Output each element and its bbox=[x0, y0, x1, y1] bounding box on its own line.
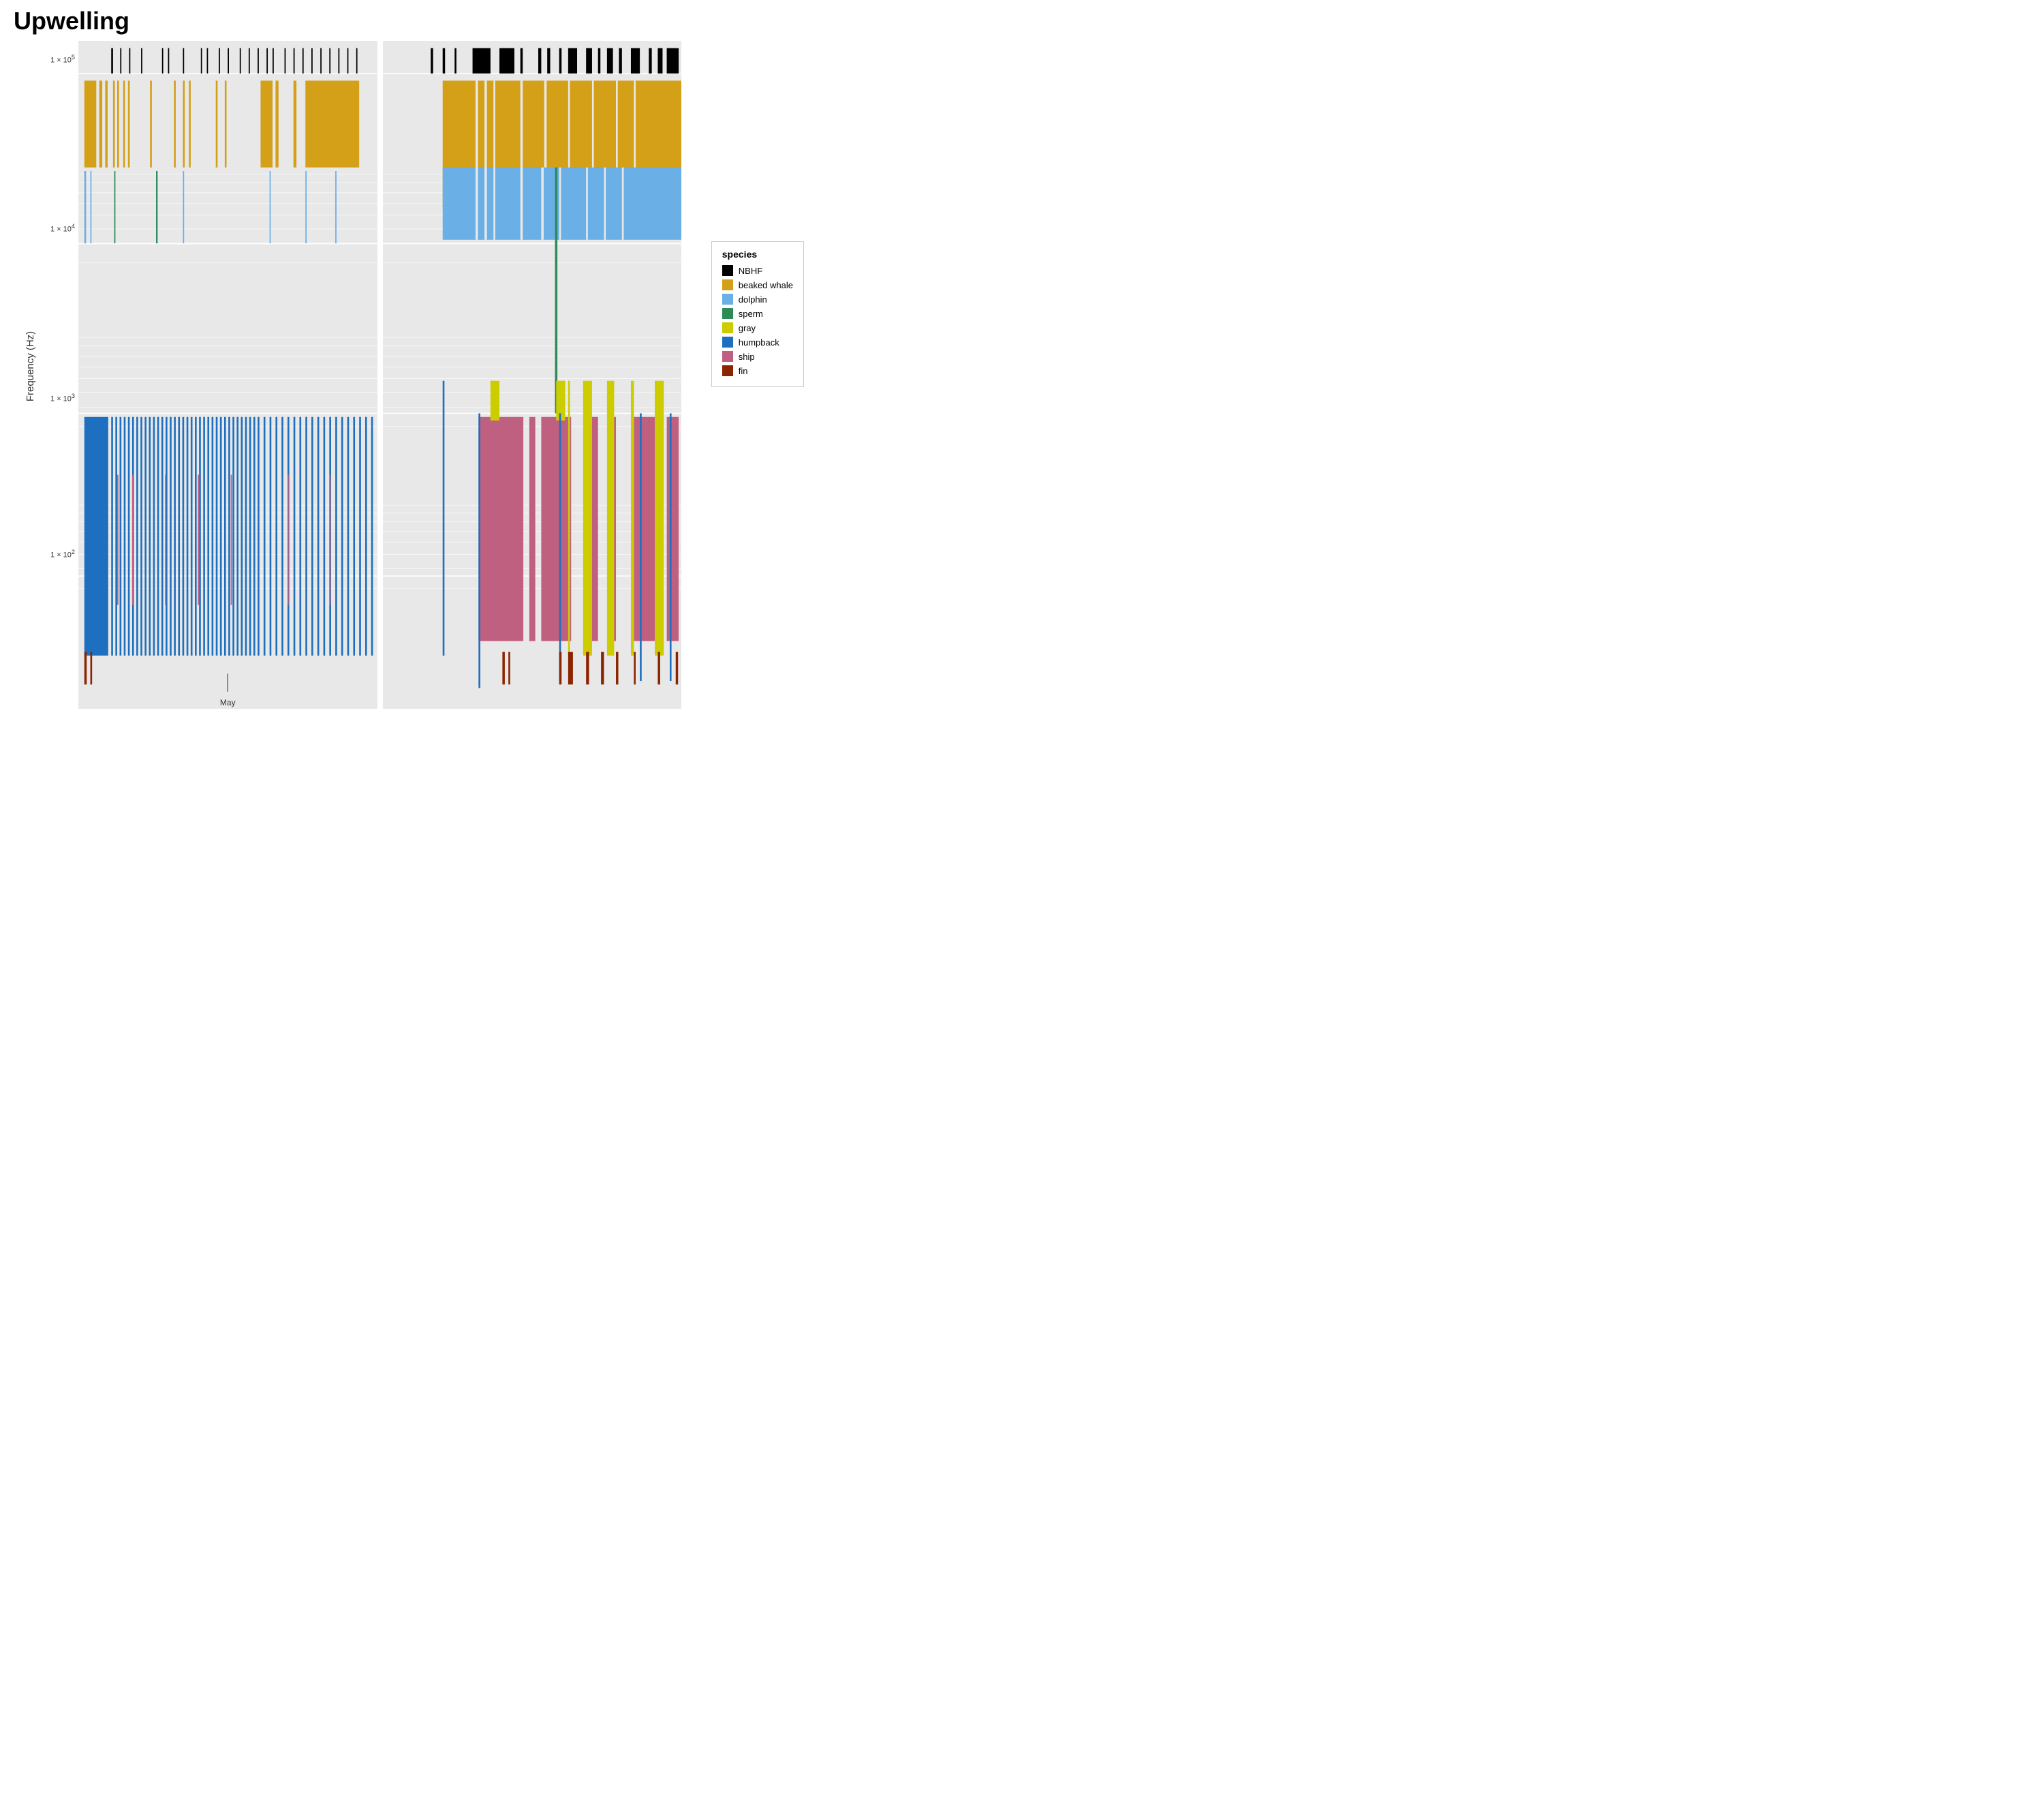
y-axis-label: Frequency (Hz) bbox=[25, 331, 37, 401]
right-panel bbox=[383, 41, 682, 709]
page-title: Upwelling bbox=[14, 7, 129, 35]
legend: species NBHF beaked whale dolphin sperm … bbox=[711, 241, 804, 387]
legend-item-dolphin: dolphin bbox=[722, 294, 793, 305]
legend-item-fin: fin bbox=[722, 365, 793, 376]
legend-item-NBHF: NBHF bbox=[722, 265, 793, 276]
legend-title: species bbox=[722, 249, 793, 260]
y-tick-1e3: 1 × 103 bbox=[50, 393, 75, 403]
x-label-left: May bbox=[220, 698, 236, 707]
y-tick-1e4: 1 × 104 bbox=[50, 223, 75, 234]
y-tick-1e2: 1 × 102 bbox=[50, 549, 75, 560]
left-panel: May bbox=[78, 41, 377, 709]
legend-item-sperm: sperm bbox=[722, 308, 793, 319]
legend-item-gray: gray bbox=[722, 322, 793, 333]
legend-item-humpback: humpback bbox=[722, 337, 793, 348]
y-tick-1e5: 1 × 105 bbox=[50, 54, 75, 65]
legend-item-beaked-whale: beaked whale bbox=[722, 279, 793, 290]
legend-item-ship: ship bbox=[722, 351, 793, 362]
